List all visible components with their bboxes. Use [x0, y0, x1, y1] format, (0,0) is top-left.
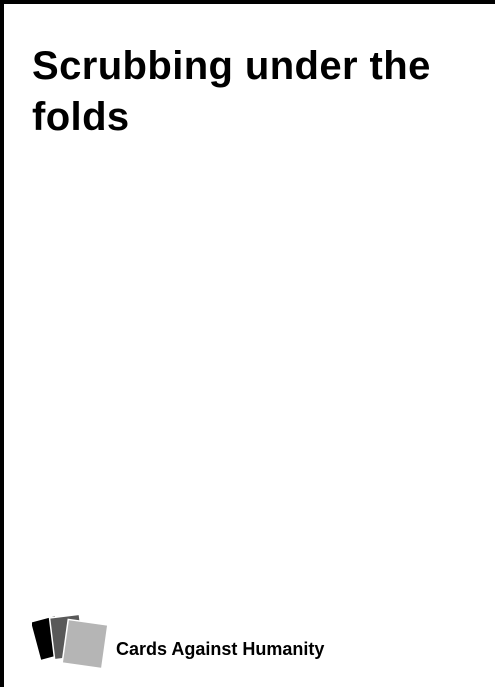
card-text: Scrubbing under the folds: [32, 44, 431, 139]
brand-name: Cards Against Humanity: [116, 639, 325, 659]
front-card-shape: [61, 618, 109, 670]
stacked-cards-icon: [32, 613, 109, 670]
